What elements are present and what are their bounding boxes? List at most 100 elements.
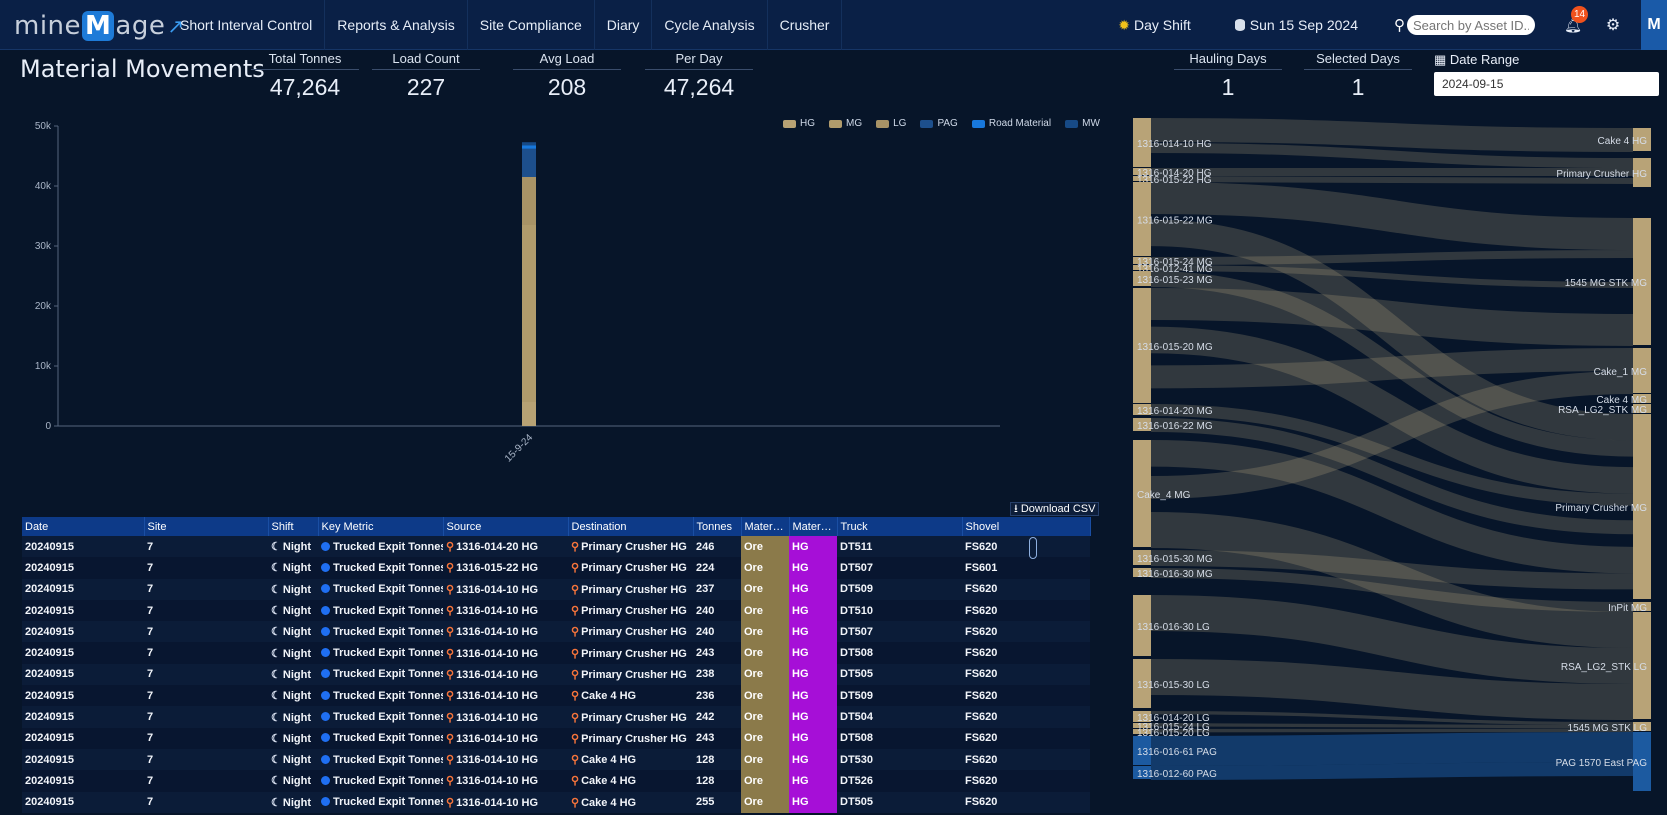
- nav-item-diary[interactable]: Diary: [595, 0, 653, 50]
- table-cell: FS620: [962, 642, 1090, 664]
- table-row[interactable]: 20240915 7 ☾ Night Trucked Expit Tonnes ⚲ 1316…: [22, 727, 1090, 749]
- cell-text: 7: [147, 540, 154, 553]
- material-movement-chart: 0 10k 20k 30k 40k 50k 15-9-24: [0, 110, 1100, 500]
- cell-text: 1316-015-22 HG: [456, 562, 539, 575]
- cell-text: DT508: [840, 647, 874, 660]
- column-header[interactable]: Material Type: [741, 517, 790, 536]
- nav-item-cycle-analysis[interactable]: Cycle Analysis: [652, 0, 768, 50]
- sankey-source-label: Cake_4 MG: [1137, 490, 1191, 501]
- cell-text: HG: [792, 796, 809, 809]
- column-header[interactable]: Shovel: [962, 517, 1091, 536]
- column-header[interactable]: Site: [144, 517, 269, 536]
- table-cell: ⚲ 1316-014-10 HG: [443, 770, 568, 792]
- shift-indicator[interactable]: ✹ Day Shift: [1118, 17, 1191, 34]
- table-row[interactable]: 20240915 7 ☾ Night Trucked Expit Tonnes ⚲ 1316…: [22, 663, 1090, 686]
- metric-dot-icon: [321, 754, 330, 764]
- cell-text: FS620: [965, 668, 998, 681]
- table-row[interactable]: 20240915 7 ☾ Night Trucked Expit Tonnes ⚲ 1316…: [22, 706, 1090, 728]
- bar-segment-pag[interactable]: [522, 148, 536, 177]
- table-cell: DT504: [837, 706, 962, 728]
- search-input[interactable]: [1407, 15, 1535, 35]
- table-row[interactable]: 20240915 7 ☾ Night Trucked Expit Tonnes ⚲ 1316…: [22, 770, 1090, 792]
- table-cell: FS620: [962, 621, 1090, 643]
- column-header[interactable]: Key Metric: [318, 517, 444, 536]
- sankey-link[interactable]: [1150, 348, 1634, 389]
- table-row[interactable]: 20240915 7 ☾ Night Trucked Expit Tonnes ⚲ 1316…: [22, 578, 1090, 600]
- column-header[interactable]: Destination: [568, 517, 694, 536]
- column-header[interactable]: Material Grade: [789, 517, 838, 536]
- table-cell: Ore: [741, 621, 789, 643]
- table-row[interactable]: 20240915 7 ☾ Night Trucked Expit Tonnes ⚲ 1316…: [22, 791, 1090, 813]
- settings-button[interactable]: ⚙: [1599, 15, 1627, 35]
- notifications-button[interactable]: 🔔︎ 14: [1559, 5, 1588, 34]
- column-header[interactable]: Truck: [837, 517, 963, 536]
- app-logo[interactable]: mine Mage ↗: [14, 8, 185, 44]
- table-cell: 7: [144, 727, 268, 749]
- metric-dot-icon: [321, 584, 330, 594]
- bar-segment-mg[interactable]: [522, 225, 536, 402]
- sankey-link[interactable]: [1150, 762, 1634, 780]
- bar-segment-mw[interactable]: [522, 142, 536, 146]
- cell-text: Night: [282, 605, 311, 618]
- user-avatar[interactable]: M: [1641, 0, 1667, 50]
- table-row[interactable]: 20240915 7 ☾ Night Trucked Expit Tonnes ⚲ 1316…: [22, 599, 1090, 622]
- search-icon[interactable]: ⚲: [1394, 16, 1405, 34]
- kpi-total-tonnes: Total Tonnes 47,264: [251, 51, 359, 101]
- bar-segment-lg[interactable]: [522, 177, 536, 225]
- table-row[interactable]: 20240915 7 ☾ Night Trucked Expit Tonnes ⚲ 1316…: [22, 557, 1090, 579]
- sankey-link[interactable]: [1150, 732, 1634, 766]
- column-header[interactable]: Tonnes: [693, 517, 742, 536]
- table-cell: 7: [144, 578, 268, 600]
- bar-segment-hg[interactable]: [522, 402, 536, 426]
- sankey-link[interactable]: [1150, 288, 1634, 346]
- location-pin-icon: ⚲: [446, 562, 455, 575]
- cell-text: FS620: [965, 711, 998, 724]
- table-row[interactable]: 20240915 7 ☾ Night Trucked Expit Tonnes ⚲ 1316…: [22, 642, 1090, 664]
- nav-item-short-interval-control[interactable]: Short Interval Control: [168, 0, 326, 50]
- table-cell: 240: [693, 599, 741, 622]
- cell-text: Night: [282, 668, 311, 681]
- cell-text: Trucked Expit Tonnes: [333, 711, 443, 724]
- metric-dot-icon: [321, 541, 330, 551]
- sankey-link[interactable]: [1150, 118, 1634, 152]
- column-header[interactable]: Date: [22, 517, 145, 536]
- table-scrollbar[interactable]: [1029, 537, 1037, 559]
- download-csv-button[interactable]: ⭳ Download CSV: [1010, 502, 1100, 516]
- table-cell: 20240915: [22, 770, 144, 792]
- nav-item-reports-analysis[interactable]: Reports & Analysis: [325, 0, 468, 50]
- cell-text: 20240915: [25, 796, 74, 809]
- location-pin-icon: ⚲: [446, 647, 455, 660]
- table-cell: 240: [693, 621, 741, 643]
- table-row[interactable]: 20240915 7 ☾ Night Trucked Expit Tonnes ⚲ 1316…: [22, 536, 1090, 558]
- column-header[interactable]: Shift: [268, 517, 319, 536]
- bar-segment-road-material[interactable]: [522, 145, 536, 149]
- asset-search: ⚲: [1394, 15, 1535, 35]
- sankey-source-label: 1316-012-60 PAG: [1137, 769, 1217, 780]
- sankey-source-label: 1316-016-30 MG: [1137, 569, 1213, 580]
- nav-item-site-compliance[interactable]: Site Compliance: [468, 0, 595, 50]
- moon-icon: ☾: [271, 711, 281, 724]
- table-cell: ⚲ Cake 4 HG: [568, 770, 693, 792]
- table-row[interactable]: 20240915 7 ☾ Night Trucked Expit Tonnes ⚲ 1316…: [22, 685, 1090, 707]
- table-cell: HG: [789, 621, 837, 643]
- sankey-link[interactable]: [1150, 723, 1634, 729]
- date-range-input[interactable]: [1434, 72, 1659, 96]
- current-date-display[interactable]: Sun 15 Sep 2024: [1234, 17, 1358, 33]
- kpi-per-day: Per Day 47,264: [645, 51, 753, 101]
- cell-text: 20240915: [25, 561, 74, 574]
- cell-text: Night: [282, 711, 311, 724]
- y-tick-label: 40k: [35, 181, 52, 192]
- sankey-link[interactable]: [1150, 250, 1634, 265]
- notification-badge: 14: [1571, 5, 1588, 23]
- cell-text: DT509: [840, 583, 874, 596]
- cell-text: HG: [792, 647, 809, 660]
- kpi-label: Selected Days: [1304, 51, 1412, 70]
- table-cell: 255: [693, 791, 741, 813]
- column-header[interactable]: Source: [443, 517, 569, 536]
- table-row[interactable]: 20240915 7 ☾ Night Trucked Expit Tonnes ⚲ 1316…: [22, 748, 1090, 771]
- cell-text: Primary Crusher HG: [581, 668, 687, 681]
- table-row[interactable]: 20240915 7 ☾ Night Trucked Expit Tonnes ⚲ 1316…: [22, 621, 1090, 643]
- table-cell: ☾ Night: [268, 706, 318, 728]
- cell-text: Cake 4 HG: [581, 796, 637, 809]
- nav-item-crusher[interactable]: Crusher: [768, 0, 843, 50]
